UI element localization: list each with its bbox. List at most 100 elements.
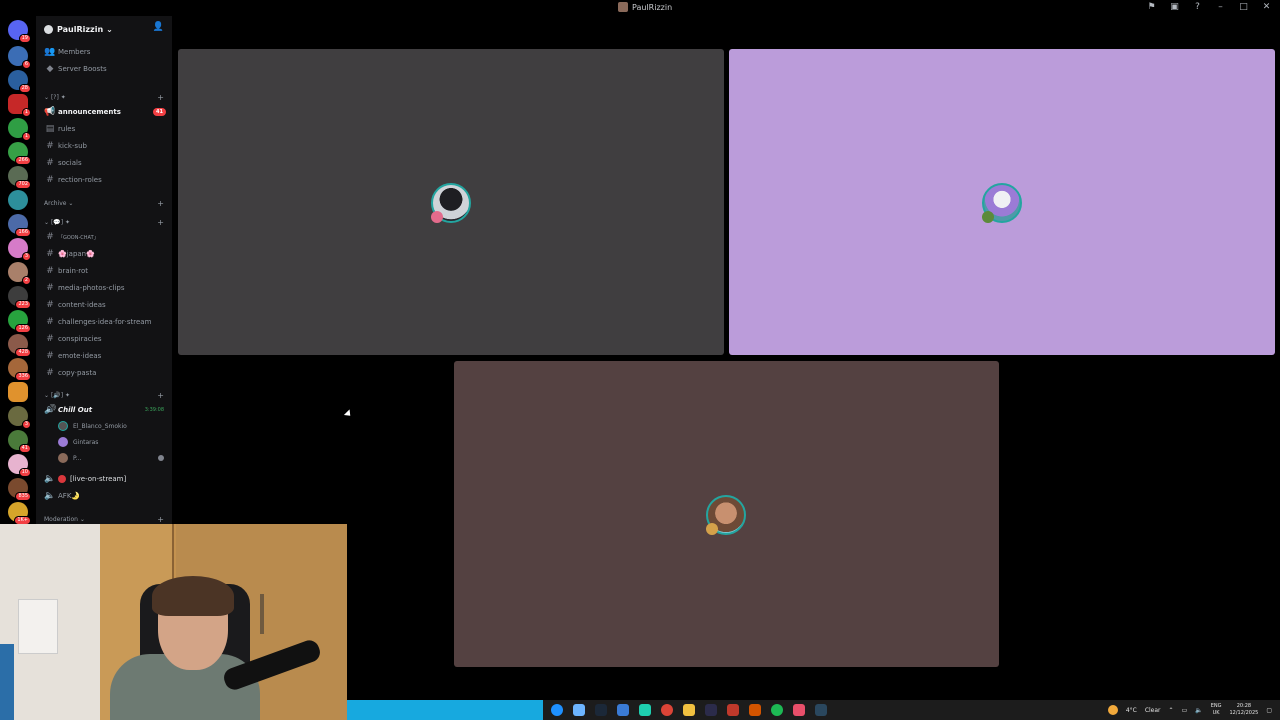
channel-goon-chat[interactable]: # 「GOON-CHAT」 xyxy=(44,230,168,244)
discord-icon[interactable] xyxy=(793,704,805,716)
server-icon[interactable]: 3 xyxy=(8,406,31,429)
channel-content-ideas[interactable]: # content·ideas xyxy=(44,298,168,312)
hash-icon: # xyxy=(46,232,54,242)
server-boosts-item[interactable]: ◆ Server Boosts xyxy=(44,62,168,76)
app-icon[interactable] xyxy=(617,704,629,716)
server-header[interactable]: PaulRizzin ⌄ 👤 xyxy=(44,22,168,36)
chevron-up-icon[interactable]: ⌃ xyxy=(1169,707,1174,714)
voice-member[interactable]: P... xyxy=(58,451,168,465)
category-header[interactable]: ⌄ [🔊] ✦ + xyxy=(44,389,168,401)
taskbar: 4°C Clear ⌃ ▭ 🔈 ENG UK 20:28 12/12/2025 … xyxy=(347,700,1280,720)
hash-icon: # xyxy=(46,334,54,344)
edge-icon[interactable] xyxy=(551,704,563,716)
home-icon[interactable]: 19 xyxy=(8,20,31,43)
add-member-icon[interactable]: 👤 xyxy=(153,22,164,32)
voice-tile[interactable] xyxy=(454,361,999,667)
language-indicator[interactable]: ENG UK xyxy=(1211,703,1222,717)
server-icon[interactable]: 10 xyxy=(8,454,31,477)
server-icon[interactable]: 6 xyxy=(8,46,31,69)
maximize-button[interactable]: □ xyxy=(1238,2,1249,12)
channel-brain-rot[interactable]: # brain·rot xyxy=(44,264,168,278)
server-icon xyxy=(44,24,53,34)
hash-icon: # xyxy=(46,283,54,293)
add-channel-icon[interactable]: + xyxy=(157,515,164,524)
channel-kick-sub[interactable]: # kick-sub xyxy=(44,139,168,153)
title-bar: PaulRizzin ⚑ ▣ ? – □ ✕ xyxy=(0,0,1280,16)
voice-channel-chill-out[interactable]: 🔊 Chill Out 3:39:08 xyxy=(44,403,168,417)
clock[interactable]: 20:28 12/12/2025 xyxy=(1230,703,1259,717)
add-channel-icon[interactable]: + xyxy=(157,199,164,208)
app-icon[interactable] xyxy=(573,704,585,716)
hash-icon: # xyxy=(46,351,54,361)
server-icon[interactable] xyxy=(8,190,28,210)
server-icon[interactable]: 266 xyxy=(8,142,31,165)
hash-icon: # xyxy=(46,317,54,327)
hash-icon: # xyxy=(46,300,54,310)
server-icon[interactable]: 41 xyxy=(8,430,31,453)
server-icon[interactable]: 223 xyxy=(8,286,31,309)
add-channel-icon[interactable]: + xyxy=(157,218,164,227)
voice-tile[interactable] xyxy=(178,49,724,355)
minimize-button[interactable]: – xyxy=(1215,2,1226,12)
members-item[interactable]: 👥 Members xyxy=(44,45,168,59)
channel-conspiracies[interactable]: # conspiracies xyxy=(44,332,168,346)
avatar xyxy=(706,495,746,535)
channel-challenges[interactable]: # challenges·idea·for·stream xyxy=(44,315,168,329)
voice-tile[interactable] xyxy=(729,49,1275,355)
volume-icon[interactable]: 🔈 xyxy=(1195,707,1202,714)
avatar xyxy=(58,437,68,447)
server-icon[interactable] xyxy=(8,382,28,402)
inbox-icon[interactable]: ⚑ xyxy=(1146,2,1157,12)
server-icon[interactable]: 336 xyxy=(8,358,31,381)
server-icon[interactable]: 1K+ xyxy=(8,502,31,525)
server-icon[interactable]: 166 xyxy=(8,214,31,237)
server-icon[interactable]: 702 xyxy=(8,166,31,189)
app-icon[interactable] xyxy=(705,704,717,716)
close-button[interactable]: ✕ xyxy=(1261,2,1272,12)
server-icon[interactable]: 3 xyxy=(8,238,31,261)
channel-announcements[interactable]: 📢 announcements 41 xyxy=(44,105,168,119)
channel-rules[interactable]: ▤ rules xyxy=(44,122,168,136)
window-controls: ⚑ ▣ ? – □ ✕ xyxy=(1146,2,1272,12)
app-icon[interactable] xyxy=(749,704,761,716)
server-icon[interactable]: 835 xyxy=(8,478,31,501)
help-icon[interactable]: ? xyxy=(1192,2,1203,12)
avatar-decoration-icon xyxy=(982,211,994,223)
server-icon[interactable]: 1 xyxy=(8,118,31,141)
voice-channel-live-on-stream[interactable]: 🔈 [live-on-stream] xyxy=(44,472,168,486)
channel-emote-ideas[interactable]: # emote·ideas xyxy=(44,349,168,363)
voice-channel-afk[interactable]: 🔈 AFK🌛 xyxy=(44,489,168,503)
add-channel-icon[interactable]: + xyxy=(157,391,164,400)
file-explorer-icon[interactable] xyxy=(683,704,695,716)
voice-member[interactable]: Gintaras xyxy=(58,435,168,449)
server-icon[interactable]: 126 xyxy=(8,310,31,333)
app-icon[interactable] xyxy=(727,704,739,716)
server-icon[interactable]: 28 xyxy=(8,70,31,93)
category-moderation[interactable]: Moderation ⌄ + xyxy=(44,513,168,524)
add-channel-icon[interactable]: + xyxy=(157,93,164,102)
server-icon[interactable]: 1 xyxy=(8,94,31,117)
notification-icon[interactable]: ▢ xyxy=(1266,707,1272,714)
channel-rection-roles[interactable]: # rection-roles xyxy=(44,173,168,187)
channel-sidebar: PaulRizzin ⌄ 👤 👥 Members ◆ Server Boosts… xyxy=(36,16,172,524)
channel-media-photos-clips[interactable]: # media-photos-clips xyxy=(44,281,168,295)
chevron-down-icon: ⌄ xyxy=(106,24,113,34)
steam-icon[interactable] xyxy=(815,704,827,716)
mouse-cursor-icon xyxy=(343,409,354,419)
app-icon[interactable] xyxy=(639,704,651,716)
network-icon[interactable]: ▭ xyxy=(1182,707,1188,714)
screen-icon[interactable]: ▣ xyxy=(1169,2,1180,12)
hash-icon: # xyxy=(46,266,54,276)
steam-icon[interactable] xyxy=(595,704,607,716)
category-header[interactable]: ⌄ [💬] ✦ + xyxy=(44,216,168,228)
channel-socials[interactable]: # socials xyxy=(44,156,168,170)
channel-japan[interactable]: # 🌸japan🌸 xyxy=(44,247,168,261)
server-icon[interactable]: 2 xyxy=(8,262,31,285)
category-header[interactable]: ⌄ [?] ✦ + xyxy=(44,91,168,103)
voice-member[interactable]: El_Blanco_Smokio xyxy=(58,419,168,433)
channel-copy-pasta[interactable]: # copy·pasta xyxy=(44,366,168,380)
chrome-icon[interactable] xyxy=(661,704,673,716)
spotify-icon[interactable] xyxy=(771,704,783,716)
category-archive[interactable]: Archive ⌄ + xyxy=(44,197,168,209)
server-icon[interactable]: 428 xyxy=(8,334,31,357)
